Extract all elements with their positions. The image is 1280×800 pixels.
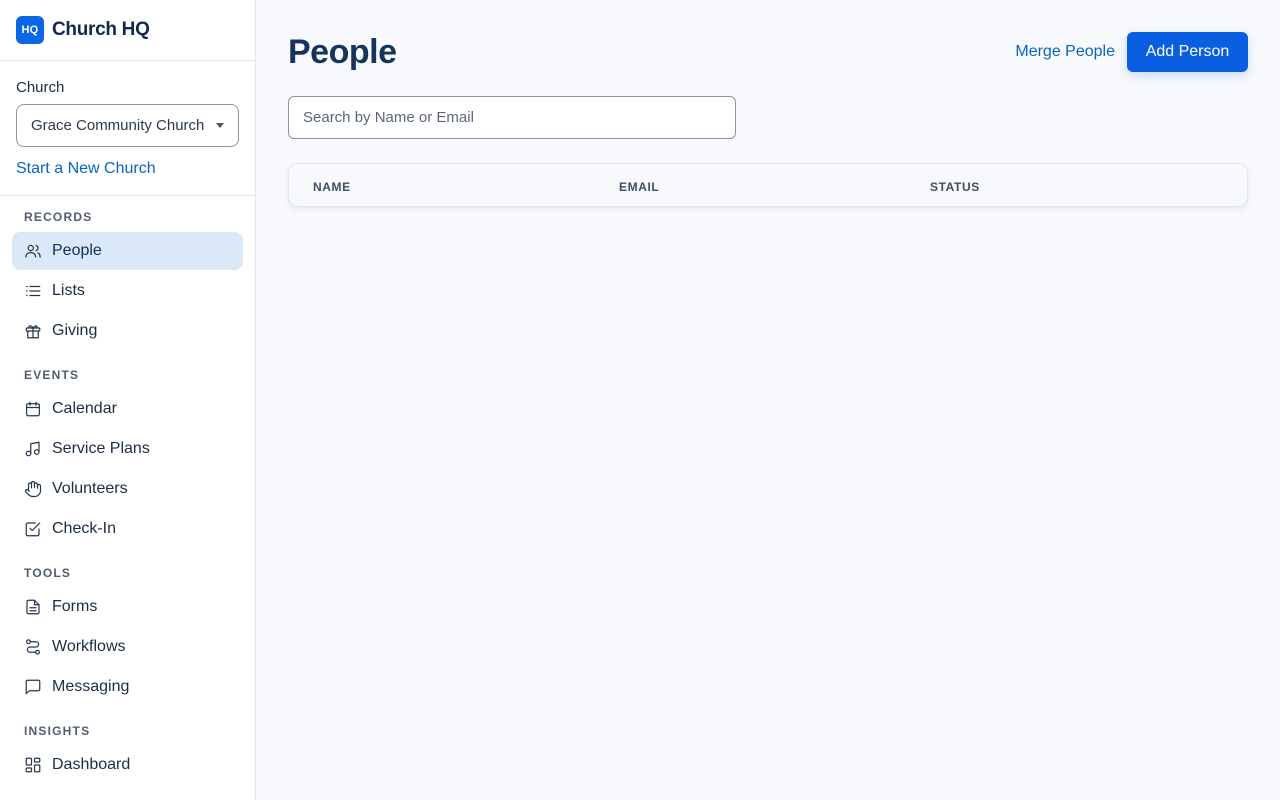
sidebar-item-label: Check-In — [52, 520, 117, 537]
check-square-icon — [24, 520, 42, 538]
list-icon — [24, 282, 42, 300]
sidebar-item-label: Workflows — [52, 638, 126, 655]
brand-logo[interactable]: HQ — [16, 16, 44, 44]
main-content: People Merge People Add Person NAME EMAI… — [256, 0, 1280, 800]
file-icon — [24, 598, 42, 616]
message-icon — [24, 678, 42, 696]
add-person-button[interactable]: Add Person — [1127, 32, 1248, 72]
sidebar-item-label: People — [52, 242, 102, 259]
gift-icon — [24, 322, 42, 340]
sidebar-item-label: Volunteers — [52, 480, 128, 497]
page-title: People — [288, 33, 397, 71]
brand-header: HQ Church HQ — [0, 0, 255, 61]
hand-icon — [24, 480, 42, 498]
chevron-down-icon — [216, 123, 224, 128]
sidebar-nav: RECORDS People Lists Giving EVENTS Calen… — [0, 196, 255, 784]
sidebar-item-people[interactable]: People — [12, 232, 243, 270]
users-icon — [24, 242, 42, 260]
church-select[interactable]: Grace Community Church ( — [16, 104, 239, 147]
music-icon — [24, 440, 42, 458]
church-label: Church — [16, 79, 65, 96]
sidebar-item-dashboard[interactable]: Dashboard — [12, 746, 243, 784]
sidebar-item-volunteers[interactable]: Volunteers — [12, 470, 243, 508]
sidebar-item-label: Dashboard — [52, 756, 131, 773]
sidebar-item-label: Lists — [52, 282, 85, 299]
brand-name[interactable]: Church HQ — [52, 19, 150, 41]
start-new-church-link[interactable]: Start a New Church — [16, 160, 239, 178]
nav-section-tools: TOOLS — [24, 566, 72, 580]
sidebar-item-lists[interactable]: Lists — [12, 272, 243, 310]
sidebar-item-label: Service Plans — [52, 440, 150, 457]
column-header-email[interactable]: EMAIL — [619, 180, 659, 194]
sidebar: HQ Church HQ Church Grace Community Chur… — [0, 0, 256, 800]
sidebar-item-check-in[interactable]: Check-In — [12, 510, 243, 548]
nav-section-events: EVENTS — [24, 368, 80, 382]
sidebar-item-service-plans[interactable]: Service Plans — [12, 430, 243, 468]
nav-section-records: RECORDS — [24, 210, 93, 224]
search-input[interactable] — [288, 96, 736, 139]
column-header-status[interactable]: STATUS — [930, 180, 980, 194]
church-selector-block: Church Grace Community Church ( Start a … — [0, 61, 255, 196]
nav-section-insights: INSIGHTS — [24, 724, 91, 738]
sidebar-item-label: Messaging — [52, 678, 130, 695]
church-select-value: Grace Community Church ( — [31, 117, 209, 134]
sidebar-item-label: Giving — [52, 322, 98, 339]
sidebar-item-giving[interactable]: Giving — [12, 312, 243, 350]
merge-people-link[interactable]: Merge People — [1015, 43, 1115, 61]
sidebar-item-label: Calendar — [52, 400, 117, 417]
column-header-name[interactable]: NAME — [313, 180, 351, 194]
people-table-header: NAME EMAIL STATUS — [288, 163, 1248, 207]
route-icon — [24, 638, 42, 656]
sidebar-item-workflows[interactable]: Workflows — [12, 628, 243, 666]
sidebar-item-forms[interactable]: Forms — [12, 588, 243, 626]
calendar-icon — [24, 400, 42, 418]
sidebar-item-messaging[interactable]: Messaging — [12, 668, 243, 706]
dashboard-icon — [24, 756, 42, 774]
sidebar-item-calendar[interactable]: Calendar — [12, 390, 243, 428]
sidebar-item-label: Forms — [52, 598, 98, 615]
